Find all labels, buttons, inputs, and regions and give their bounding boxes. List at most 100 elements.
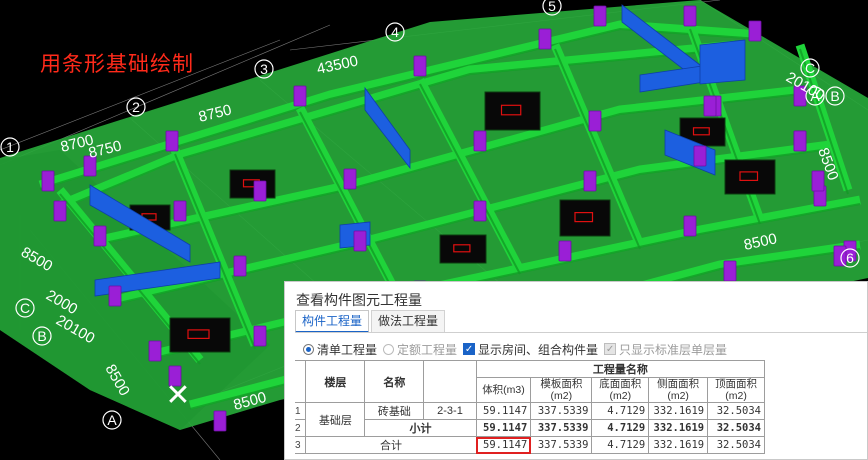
- tab-component-qty[interactable]: 构件工程量: [295, 310, 370, 333]
- pit: [724, 159, 776, 195]
- pit: [439, 234, 487, 264]
- table-row-subtotal[interactable]: 2 小计 59.1147 337.5339 4.7129 332.1619 32…: [295, 419, 765, 437]
- column: [413, 55, 427, 77]
- column: [353, 230, 367, 252]
- column: [748, 20, 762, 42]
- cell-formwork: 337.5339: [530, 419, 593, 437]
- cell-side: 332.1619: [648, 419, 709, 437]
- axis-marker: 5: [542, 0, 562, 16]
- cell-bottom: 4.7129: [591, 436, 650, 454]
- cell-subtotal-label: 小计: [364, 419, 477, 437]
- column: [703, 95, 717, 117]
- axis-marker-label: 4: [391, 24, 399, 40]
- table-row-total[interactable]: 3 合计 59.1147 337.5339 4.7129 332.1619 32…: [295, 436, 765, 454]
- column: [588, 110, 602, 132]
- cell-formwork: 337.5339: [530, 436, 593, 454]
- axis-marker-label: 5: [548, 0, 556, 14]
- options-row: 清单工程量 定额工程量 ✓ 显示房间、组合构件量 ✓ 只显示标准层单层量: [303, 341, 733, 357]
- quantity-dialog: 查看构件图元工程量 构件工程量 做法工程量 清单工程量 定额工程量 ✓ 显示房间…: [284, 281, 868, 460]
- column: [253, 325, 267, 347]
- axis-marker: A: [102, 410, 122, 430]
- cell-floor: 基础层: [305, 402, 366, 437]
- cell-volume-highlighted: 59.1147: [475, 436, 532, 454]
- col-header-group: 工程量名称: [475, 360, 766, 378]
- axis-marker: 3: [254, 59, 274, 79]
- axis-marker-label: 2: [132, 99, 140, 115]
- overlay-title: 用条形基础绘制: [40, 52, 194, 76]
- cell-total-label: 合计: [305, 436, 477, 454]
- axis-marker-label: 1: [6, 139, 14, 155]
- cell-top: 32.5034: [707, 436, 765, 454]
- quantity-table: 楼层 名称 工程量名称 体积(m3) 模板面积(m2) 底面面积(m2) 侧面面…: [295, 360, 766, 454]
- col-header-bottom: 底面面积(m2): [591, 377, 650, 403]
- axis-marker: 1: [0, 137, 20, 157]
- list-qty-radio[interactable]: 清单工程量: [303, 341, 377, 358]
- cell-volume: 59.1147: [475, 419, 532, 437]
- axis-marker: 2: [126, 97, 146, 117]
- tab-method-qty[interactable]: 做法工程量: [371, 310, 446, 332]
- col-header-floor: 楼层: [305, 360, 366, 403]
- pit: [169, 317, 231, 353]
- column: [538, 28, 552, 50]
- checkbox-checked-icon: ✓: [463, 343, 476, 355]
- column: [693, 145, 707, 167]
- column: [148, 340, 162, 362]
- column: [583, 170, 597, 192]
- dialog-title: 查看构件图元工程量: [296, 292, 422, 308]
- cell-volume: 59.1147: [475, 402, 532, 420]
- pit: [559, 199, 611, 237]
- close-icon[interactable]: ✕: [165, 381, 191, 411]
- column: [53, 200, 67, 222]
- pit: [484, 91, 541, 131]
- col-header-volume: 体积(m3): [475, 377, 532, 403]
- cell-top: 32.5034: [707, 419, 765, 437]
- column: [683, 215, 697, 237]
- show-rooms-checkbox[interactable]: ✓ 显示房间、组合构件量: [463, 341, 598, 358]
- axis-marker-label: C: [805, 60, 815, 76]
- column: [723, 260, 737, 282]
- cell-formwork: 337.5339: [530, 402, 593, 420]
- column: [293, 85, 307, 107]
- standard-floor-checkbox[interactable]: ✓ 只显示标准层单层量: [604, 341, 727, 358]
- cell-name: 砖基础: [364, 402, 425, 420]
- axis-marker-label: B: [37, 328, 46, 344]
- cell-code: 2-3-1: [423, 402, 477, 420]
- col-header-side: 侧面面积(m2): [648, 377, 709, 403]
- cell-bottom: 4.7129: [591, 402, 650, 420]
- tab-divider: [295, 332, 867, 333]
- column: [811, 170, 825, 192]
- col-header-name: 名称: [364, 360, 425, 403]
- column: [833, 245, 847, 267]
- pit: [229, 169, 276, 199]
- axis-marker-label: C: [20, 300, 30, 316]
- checkbox-disabled-icon: ✓: [604, 343, 617, 355]
- radio-selected-icon: [303, 343, 314, 355]
- column: [165, 130, 179, 152]
- axis-marker-label: 6: [846, 250, 854, 266]
- axis-marker-label: B: [830, 88, 839, 104]
- table-row[interactable]: 1 基础层 砖基础 2-3-1 59.1147 337.5339 4.7129 …: [295, 402, 765, 437]
- wall: [699, 39, 746, 85]
- dialog-tabs: 构件工程量 做法工程量: [295, 310, 447, 333]
- column: [593, 5, 607, 27]
- axis-marker-label: 3: [260, 61, 268, 77]
- cell-side: 332.1619: [648, 402, 709, 420]
- quota-qty-radio[interactable]: 定额工程量: [383, 341, 457, 358]
- cell-side: 332.1619: [648, 436, 709, 454]
- col-header-code: [423, 360, 477, 403]
- column: [793, 130, 807, 152]
- column: [233, 255, 247, 277]
- cell-top: 32.5034: [707, 402, 765, 420]
- column: [108, 285, 122, 307]
- column: [473, 130, 487, 152]
- column: [93, 225, 107, 247]
- column: [253, 180, 267, 202]
- column: [213, 410, 227, 432]
- column: [683, 5, 697, 27]
- column: [41, 170, 55, 192]
- column: [558, 240, 572, 262]
- cell-bottom: 4.7129: [591, 419, 650, 437]
- column: [343, 168, 357, 190]
- axis-marker-label: A: [107, 412, 117, 428]
- column: [173, 200, 187, 222]
